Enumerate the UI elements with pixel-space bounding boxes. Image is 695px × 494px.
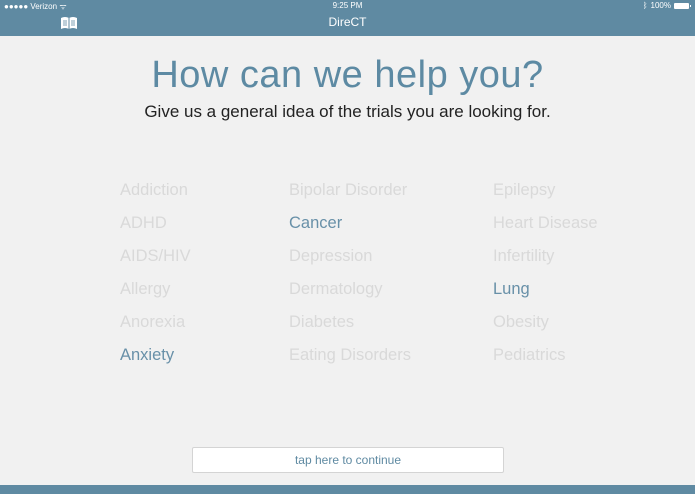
status-time: 9:25 PM: [332, 1, 363, 10]
condition-option-bipolar-disorder[interactable]: Bipolar Disorder: [289, 180, 411, 213]
condition-option-adhd[interactable]: ADHD: [120, 213, 191, 246]
condition-option-aids-hiv[interactable]: AIDS/HIV: [120, 246, 191, 279]
condition-option-pediatrics[interactable]: Pediatrics: [493, 345, 598, 378]
condition-option-heart-disease[interactable]: Heart Disease: [493, 213, 598, 246]
battery-label: 100%: [650, 1, 671, 10]
condition-option-lung[interactable]: Lung: [493, 279, 598, 312]
bottom-bar: [0, 485, 695, 494]
condition-option-dermatology[interactable]: Dermatology: [289, 279, 411, 312]
condition-option-obesity[interactable]: Obesity: [493, 312, 598, 345]
bluetooth-icon: ᛒ: [642, 1, 648, 10]
condition-option-infertility[interactable]: Infertility: [493, 246, 598, 279]
top-bar: ●●●●● Verizon ᯤ 9:25 PM ᛒ 100% DireCT: [0, 0, 695, 36]
condition-option-epilepsy[interactable]: Epilepsy: [493, 180, 598, 213]
book-menu-button[interactable]: [54, 11, 84, 35]
app-title: DireCT: [328, 15, 367, 29]
condition-option-depression[interactable]: Depression: [289, 246, 411, 279]
continue-button[interactable]: tap here to continue: [192, 447, 504, 473]
page-heading: How can we help you?: [151, 54, 544, 96]
condition-option-anxiety[interactable]: Anxiety: [120, 345, 191, 378]
battery-status: ᛒ 100%: [642, 1, 691, 10]
condition-option-anorexia[interactable]: Anorexia: [120, 312, 191, 345]
page-subheading: Give us a general idea of the trials you…: [144, 102, 551, 121]
conditions-column-3: Epilepsy Heart Disease Infertility Lung …: [493, 180, 598, 378]
conditions-column-2: Bipolar Disorder Cancer Depression Derma…: [289, 180, 411, 378]
condition-option-allergy[interactable]: Allergy: [120, 279, 191, 312]
book-icon: [61, 17, 77, 29]
condition-option-cancer[interactable]: Cancer: [289, 213, 411, 246]
condition-option-diabetes[interactable]: Diabetes: [289, 312, 411, 345]
conditions-column-1: Addiction ADHD AIDS/HIV Allergy Anorexia…: [120, 180, 191, 378]
battery-icon: [674, 2, 691, 9]
condition-option-addiction[interactable]: Addiction: [120, 180, 191, 213]
condition-option-eating-disorders[interactable]: Eating Disorders: [289, 345, 411, 378]
